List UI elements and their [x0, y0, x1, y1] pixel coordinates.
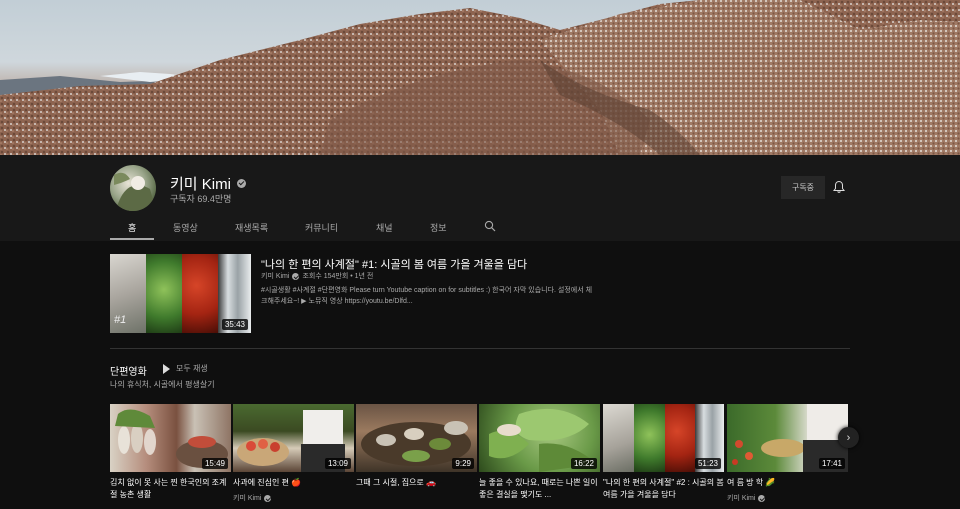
channel-name-text: 키미 Kimi [170, 176, 231, 193]
bell-icon[interactable] [832, 180, 846, 194]
tab-about[interactable]: 정보 [430, 221, 447, 240]
verified-check-icon [758, 494, 766, 502]
thumbnail-panel-summer [146, 254, 182, 333]
video-duration: 13:09 [324, 458, 351, 469]
video-duration: 16:22 [570, 458, 597, 469]
channel-header: 키미 Kimi 구독자 69.4만명 구독중 [0, 155, 960, 241]
channel-name: 키미 Kimi [170, 173, 246, 194]
video-title[interactable]: 김치 없이 못 사는 찐 한국인의 조계절 농촌 생활 [110, 477, 231, 501]
video-thumbnail[interactable]: 9:29 [356, 404, 477, 472]
video-thumbnail[interactable]: 17:41 [727, 404, 848, 472]
thumbnail-panel-summer [634, 404, 665, 472]
video-channel: 키미 Kimi [727, 493, 766, 503]
video-channel-name[interactable]: 키미 Kimi [727, 493, 755, 503]
video-title[interactable]: 늘 좋을 수 있나요, 때로는 나쁜 일이 좋은 결실을 맺기도 ... [479, 477, 600, 501]
video-channel: 키미 Kimi [233, 493, 272, 503]
featured-channel-name[interactable]: 키미 Kimi [261, 271, 289, 281]
featured-video-description: #시골생활 #사계절 #단편영화 Please turn Youtube cap… [261, 285, 606, 307]
description-line: 크해주세요~! ▶ 노뮤직 영상 https://youtu.be/Dlfd..… [261, 298, 413, 305]
video-title[interactable]: 그때 그 시절, 집으로 🚗 [356, 477, 477, 489]
thumbnail-panel-winter [603, 404, 634, 472]
video-title[interactable]: "나의 한 편의 사계절" #2 : 시골의 봄 여름 가을 겨울을 담다 [603, 477, 724, 501]
play-all-label: 모두 재생 [176, 364, 208, 373]
featured-video-thumbnail[interactable]: #1 35:43 [110, 254, 251, 333]
video-thumbnail[interactable]: 51:23 [603, 404, 724, 472]
tab-home[interactable]: 홈 [109, 221, 156, 240]
description-line: #시골생활 #사계절 #단편영화 Please turn Youtube cap… [261, 287, 593, 294]
featured-view-count: 조회수 154만회 • 1년 전 [302, 273, 374, 280]
video-title[interactable]: 사과에 진심인 편 🍎 [233, 477, 354, 489]
video-thumbnail[interactable]: 15:49 [110, 404, 231, 472]
play-all-button[interactable]: 모두 재생 [163, 363, 208, 374]
subscriber-count: 구독자 69.4만명 [170, 194, 232, 204]
video-title[interactable]: 여 름 방 학 🌽 [727, 477, 848, 489]
video-thumbnail[interactable]: 16:22 [479, 404, 600, 472]
chevron-right-icon[interactable]: › [838, 427, 859, 448]
verified-check-icon [264, 494, 272, 502]
thumbnail-panel-autumn [665, 404, 695, 472]
featured-video-meta: 키미 Kimi 조회수 154만회 • 1년 전 [261, 271, 373, 281]
video-duration: 15:49 [201, 458, 228, 469]
tab-channels[interactable]: 채널 [376, 221, 393, 240]
featured-video-title[interactable]: "나의 한 편의 사계절" #1: 시골의 봄 여름 가을 겨울을 담다 [261, 256, 527, 272]
verified-check-icon [292, 272, 300, 280]
mountain-landscape-image [0, 0, 960, 155]
play-icon [163, 363, 170, 374]
video-channel-name[interactable]: 키미 Kimi [233, 493, 261, 503]
video-thumbnail[interactable]: 13:09 [233, 404, 354, 472]
channel-avatar[interactable] [110, 165, 156, 211]
thumbnail-overlay-label: #1 [114, 314, 127, 326]
search-icon[interactable] [484, 220, 496, 232]
shelf-title[interactable]: 단편영화 [110, 363, 147, 378]
verified-check-icon [236, 179, 246, 188]
shelf-subtitle: 나의 휴식처, 시골에서 평생살기 [110, 380, 215, 389]
tab-playlists[interactable]: 재생목록 [235, 221, 268, 240]
section-divider [110, 348, 850, 349]
tab-videos[interactable]: 동영상 [173, 221, 198, 240]
channel-banner [0, 0, 960, 155]
subscribed-button[interactable]: 구독중 [781, 176, 825, 199]
thumbnail-panel-autumn [182, 254, 218, 333]
video-duration: 51:23 [694, 458, 721, 469]
video-duration: 17:41 [818, 458, 845, 469]
video-duration: 9:29 [452, 458, 474, 469]
video-duration: 35:43 [221, 319, 248, 330]
tab-community[interactable]: 커뮤니티 [305, 221, 338, 240]
